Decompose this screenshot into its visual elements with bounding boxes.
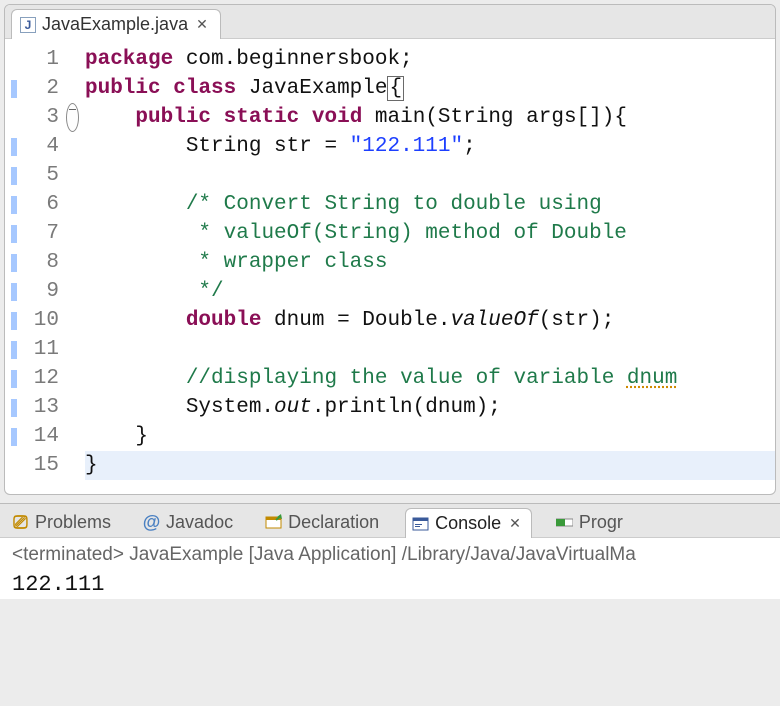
editor-tab[interactable]: J JavaExample.java ✕ bbox=[11, 9, 221, 39]
source-code[interactable]: package com.beginnersbook;public class J… bbox=[81, 45, 775, 480]
tab-console-label: Console bbox=[435, 513, 501, 534]
editor-panel: J JavaExample.java ✕ 1234567891011121314… bbox=[4, 4, 776, 495]
tab-problems[interactable]: ⎚ Problems bbox=[6, 508, 119, 537]
change-marker-gutter bbox=[5, 45, 23, 480]
bottom-tab-bar: ⎚ Problems @ Javadoc Declaration Console… bbox=[0, 504, 780, 538]
java-file-icon: J bbox=[20, 17, 36, 33]
fold-toggle-icon[interactable] bbox=[66, 103, 79, 132]
tab-console[interactable]: Console ✕ bbox=[405, 508, 532, 538]
tab-javadoc[interactable]: @ Javadoc bbox=[137, 508, 241, 537]
tab-problems-label: Problems bbox=[35, 512, 111, 533]
editor-tab-label: JavaExample.java bbox=[42, 14, 188, 35]
console-status: <terminated> JavaExample [Java Applicati… bbox=[0, 538, 780, 570]
tab-progress-label: Progr bbox=[579, 512, 623, 533]
tab-declaration[interactable]: Declaration bbox=[259, 508, 387, 537]
problems-icon: ⎚ bbox=[12, 514, 29, 531]
close-icon[interactable]: ✕ bbox=[194, 16, 210, 33]
declaration-icon bbox=[265, 514, 282, 531]
editor-tab-bar: J JavaExample.java ✕ bbox=[5, 5, 775, 39]
javadoc-icon: @ bbox=[143, 514, 160, 531]
fold-gutter bbox=[63, 45, 81, 480]
tab-declaration-label: Declaration bbox=[288, 512, 379, 533]
tab-javadoc-label: Javadoc bbox=[166, 512, 233, 533]
close-icon[interactable]: ✕ bbox=[507, 515, 523, 532]
line-number-gutter: 123456789101112131415 bbox=[23, 45, 63, 480]
code-editor[interactable]: 123456789101112131415 package com.beginn… bbox=[5, 39, 775, 494]
bottom-panel: ⎚ Problems @ Javadoc Declaration Console… bbox=[0, 503, 780, 599]
progress-icon bbox=[556, 514, 573, 531]
tab-progress[interactable]: Progr bbox=[550, 508, 631, 537]
console-icon bbox=[412, 515, 429, 532]
console-output[interactable]: 122.111 bbox=[0, 570, 780, 599]
